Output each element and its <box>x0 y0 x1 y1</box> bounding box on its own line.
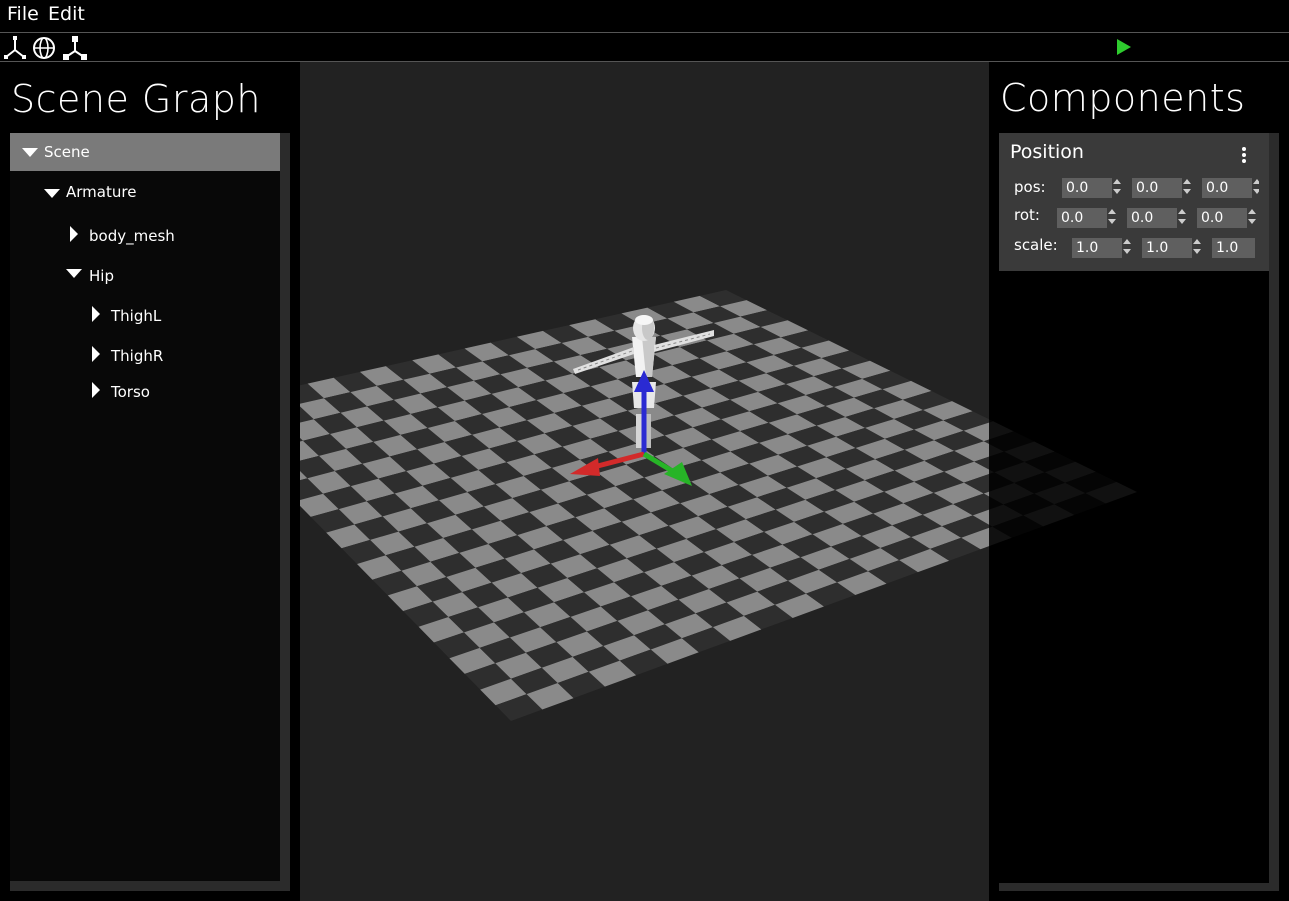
expand-down-icon[interactable] <box>44 189 60 198</box>
toolbar <box>0 33 1289 61</box>
tree-node-torso[interactable]: Torso <box>10 373 290 411</box>
scale-z-field[interactable]: 1.0 <box>1212 238 1255 258</box>
vertical-scrollbar[interactable] <box>280 133 290 881</box>
horizontal-scrollbar[interactable] <box>10 881 290 891</box>
expand-right-icon[interactable] <box>92 306 100 322</box>
translate-gizmo-icon[interactable] <box>2 35 28 61</box>
rot-x-field[interactable]: 0.0 <box>1057 208 1107 228</box>
tree-node-label: ThighR <box>111 347 164 365</box>
position-component: Position pos: 0.0 0.0 0.0 rot: 0.0 0.0 0… <box>999 133 1269 271</box>
tree-node-label: Scene <box>44 143 90 161</box>
tree-node-armature[interactable]: Armature <box>10 173 290 211</box>
rot-z-field[interactable]: 0.0 <box>1197 208 1247 228</box>
expand-down-icon[interactable] <box>66 269 82 278</box>
spinner-icon[interactable] <box>1193 238 1202 256</box>
tree-node-label: Hip <box>89 267 114 285</box>
menu-file[interactable]: File <box>7 3 39 25</box>
scale-x-field[interactable]: 1.0 <box>1072 238 1122 258</box>
3d-viewport[interactable] <box>300 62 989 901</box>
spinner-icon[interactable] <box>1178 208 1187 226</box>
scale-label: scale: <box>1014 236 1058 254</box>
pos-z-field[interactable]: 0.0 <box>1202 178 1252 198</box>
pos-label: pos: <box>1014 178 1046 196</box>
tree-node-thighl[interactable]: ThighL <box>10 297 290 335</box>
expand-right-icon[interactable] <box>92 346 100 362</box>
expand-right-icon[interactable] <box>70 226 78 242</box>
tree-node-label: ThighL <box>111 307 162 325</box>
component-title: Position <box>1010 141 1084 163</box>
tree-node-label: body_mesh <box>89 227 175 245</box>
tree-node-thighr[interactable]: ThighR <box>10 337 290 375</box>
rotate-gizmo-icon[interactable] <box>31 35 57 61</box>
spinner-icon[interactable] <box>1253 178 1259 196</box>
spinner-icon[interactable] <box>1123 238 1132 256</box>
tree-node-hip[interactable]: Hip <box>10 257 290 295</box>
expand-down-icon[interactable] <box>22 148 38 157</box>
rot-label: rot: <box>1014 206 1040 224</box>
pos-x-field[interactable]: 0.0 <box>1062 178 1112 198</box>
spinner-icon[interactable] <box>1248 208 1257 226</box>
menu-edit[interactable]: Edit <box>48 3 85 25</box>
spinner-icon[interactable] <box>1113 178 1122 196</box>
tree-node-label: Armature <box>66 183 137 201</box>
components-title: Components <box>1000 76 1246 120</box>
horizontal-scrollbar[interactable] <box>999 883 1279 891</box>
spinner-icon[interactable] <box>1183 178 1192 196</box>
components-panel: Components Position pos: 0.0 0.0 0.0 rot… <box>989 62 1289 901</box>
menu-bar: File Edit <box>0 0 1289 32</box>
vertical-scrollbar[interactable] <box>1269 133 1279 883</box>
play-icon[interactable] <box>1113 37 1133 57</box>
pos-y-field[interactable]: 0.0 <box>1132 178 1182 198</box>
scale-y-field[interactable]: 1.0 <box>1142 238 1192 258</box>
scene-tree: Scene Armature body_mesh Hip ThighL Thig… <box>10 133 290 881</box>
scene-graph-title: Scene Graph <box>11 77 261 121</box>
spinner-icon[interactable] <box>1108 208 1117 226</box>
scene-graph-panel: Scene Graph Scene Armature body_mesh Hip… <box>0 62 300 901</box>
rot-y-field[interactable]: 0.0 <box>1127 208 1177 228</box>
tree-node-body-mesh[interactable]: body_mesh <box>10 217 290 255</box>
tree-node-scene[interactable]: Scene <box>10 133 290 171</box>
scale-gizmo-icon[interactable] <box>62 35 88 61</box>
tree-node-label: Torso <box>111 383 150 401</box>
kebab-menu-icon[interactable] <box>1242 147 1248 165</box>
expand-right-icon[interactable] <box>92 382 100 398</box>
